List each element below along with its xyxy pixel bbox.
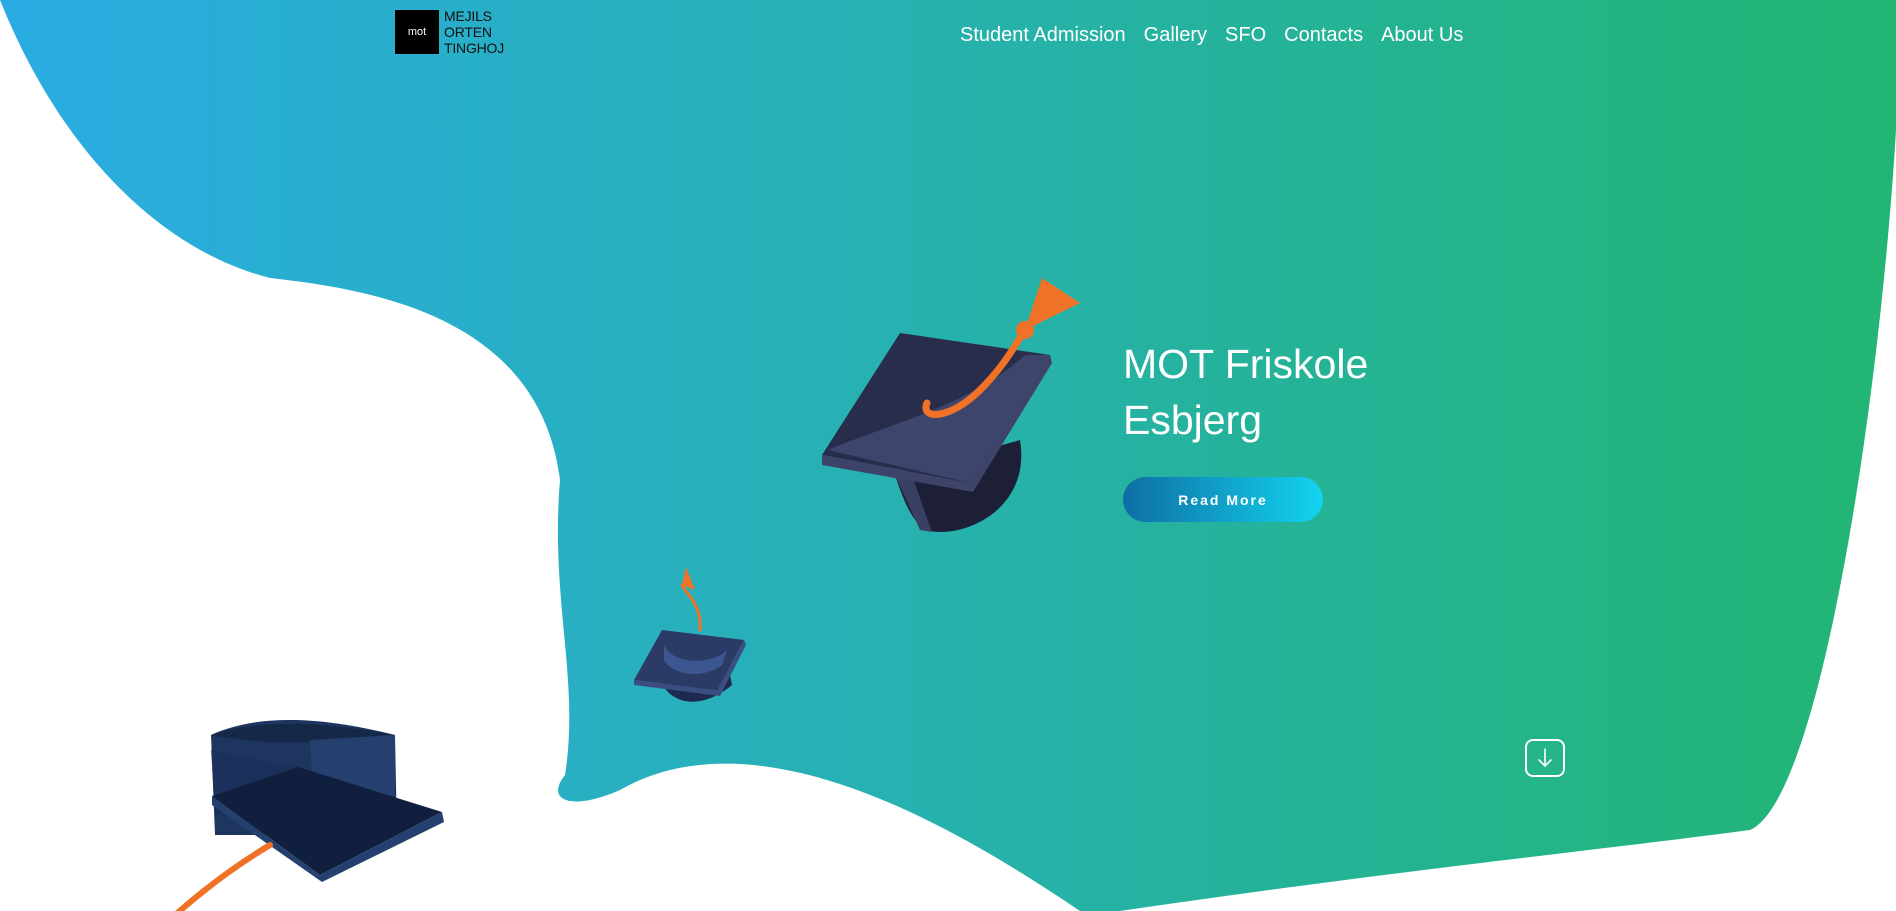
nav-item-student-admission[interactable]: Student Admission	[960, 24, 1126, 47]
logo-line-2: ORTEN	[444, 24, 492, 40]
hero-title-line-1: MOT Friskole	[1123, 341, 1369, 387]
logo-line-1: MEJILS	[444, 8, 492, 24]
site-header: mot MEJILS ORTEN TINGHOJ Student Admissi…	[0, 0, 1896, 80]
logo-wordmark: MEJILS ORTEN TINGHOJ	[444, 8, 504, 56]
graduation-cap-small-icon	[634, 567, 746, 702]
logo-mark: mot	[395, 10, 439, 54]
logo-line-3: TINGHOJ	[444, 40, 505, 56]
graduation-cap-large-icon	[822, 278, 1080, 532]
nav-item-contacts[interactable]: Contacts	[1284, 24, 1363, 47]
read-more-button[interactable]: Read More	[1123, 477, 1323, 522]
site-logo[interactable]: mot MEJILS ORTEN TINGHOJ	[395, 8, 504, 56]
arrow-down-icon	[1538, 748, 1552, 767]
hero-title-line-2: Esbjerg	[1123, 397, 1263, 443]
scroll-down-button[interactable]	[1525, 739, 1565, 777]
nav-item-sfo[interactable]: SFO	[1225, 24, 1266, 47]
nav-item-about-us[interactable]: About Us	[1381, 24, 1463, 47]
main-nav: Student Admission Gallery SFO Contacts A…	[960, 24, 1463, 47]
hero-title: MOT Friskole Esbjerg	[1123, 336, 1368, 448]
nav-item-gallery[interactable]: Gallery	[1144, 24, 1207, 47]
page: mot MEJILS ORTEN TINGHOJ Student Admissi…	[0, 0, 1896, 911]
graduation-cap-bottom-icon	[175, 720, 444, 911]
